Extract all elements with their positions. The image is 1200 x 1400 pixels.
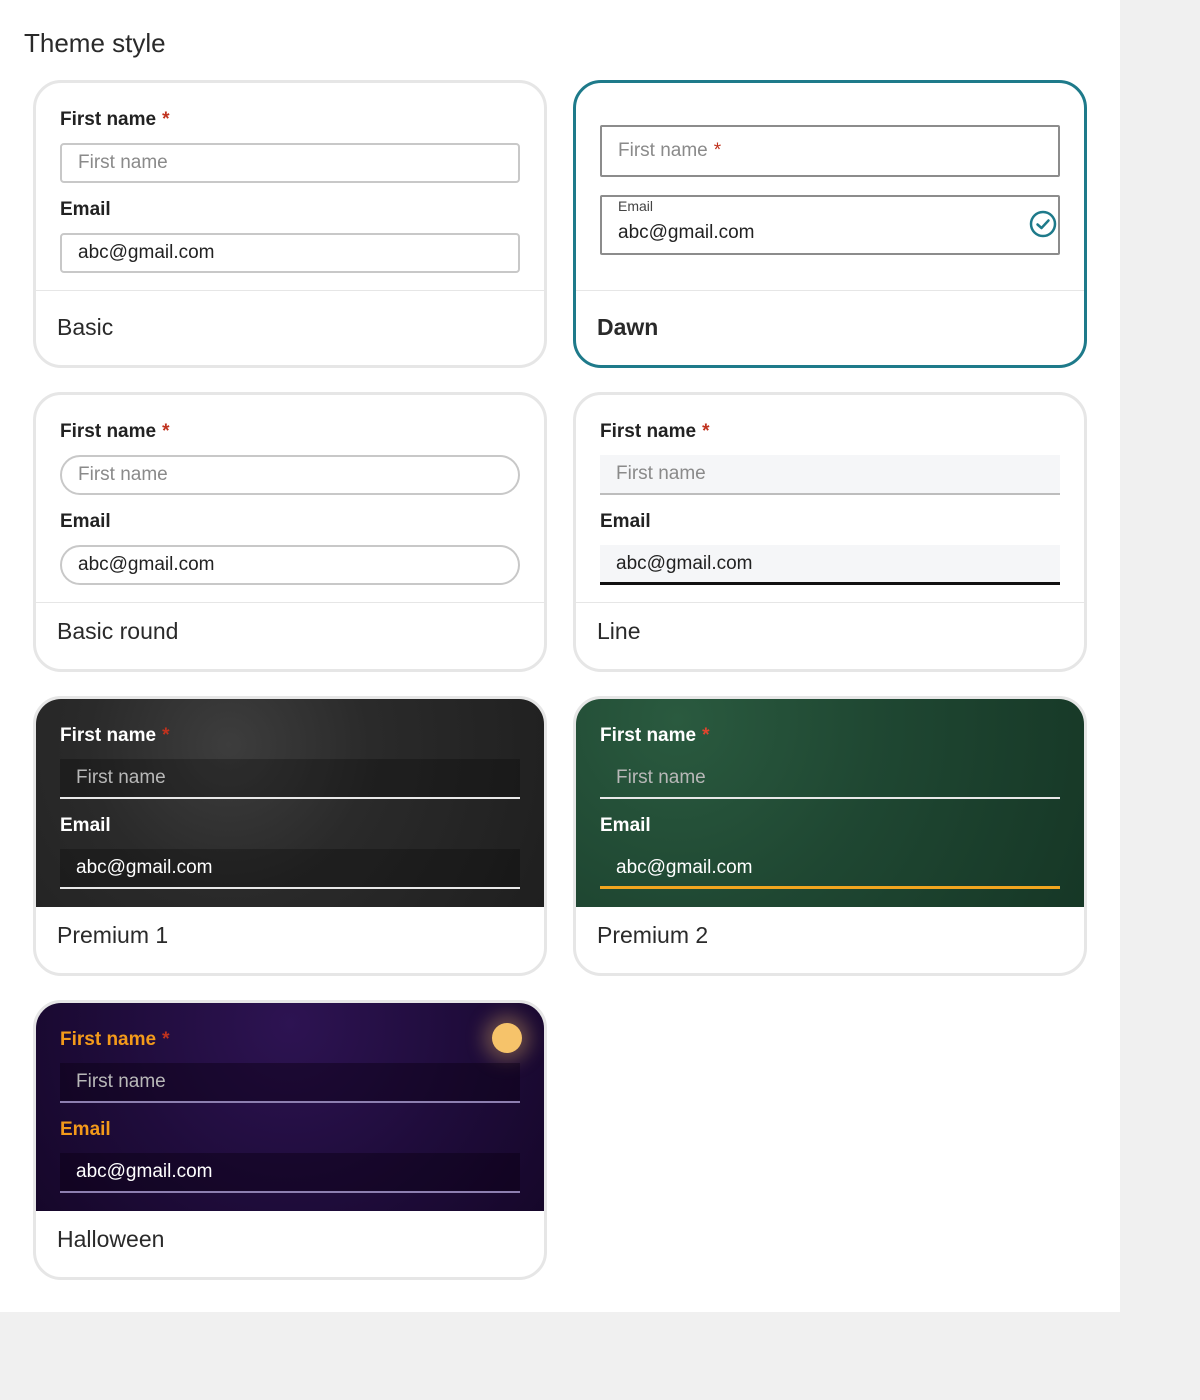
theme-card-premium-2[interactable]: First name* Email Premium 2 <box>573 696 1087 976</box>
first-name-input[interactable] <box>60 143 520 183</box>
theme-preview: First name* Email <box>576 699 1084 907</box>
first-name-input[interactable] <box>60 455 520 495</box>
theme-card-dawn[interactable]: First name * Email abc@gmail.com Dawn <box>573 80 1087 368</box>
email-input[interactable] <box>60 849 520 889</box>
email-label: Email <box>60 199 111 220</box>
theme-name: Premium 2 <box>597 922 709 948</box>
first-name-input[interactable] <box>60 1063 520 1103</box>
email-input[interactable] <box>600 545 1060 585</box>
email-input[interactable] <box>60 233 520 273</box>
theme-name: Basic round <box>57 618 179 644</box>
email-label: Email <box>60 511 111 532</box>
required-mark: * <box>713 140 722 161</box>
theme-name: Halloween <box>57 1226 165 1252</box>
first-name-label: First name * <box>60 109 170 130</box>
first-name-placeholder: First name * <box>618 140 722 161</box>
theme-card-halloween[interactable]: First name* Email Halloween <box>33 1000 547 1280</box>
theme-card-basic-round[interactable]: First name* Email Basic round <box>33 392 547 672</box>
moon-icon <box>492 1023 522 1053</box>
theme-preview: First name* Email <box>36 1003 544 1211</box>
first-name-label: First name * <box>60 725 170 746</box>
required-mark: * <box>162 725 170 746</box>
email-label: Email <box>600 815 651 836</box>
required-mark: * <box>162 421 170 442</box>
first-name-input[interactable] <box>600 759 1060 799</box>
theme-card-basic[interactable]: First name* Email Basic <box>33 80 547 368</box>
first-name-label: First name * <box>600 421 710 442</box>
required-mark: * <box>702 725 710 746</box>
email-value: abc@gmail.com <box>618 222 755 243</box>
required-mark: * <box>162 109 170 130</box>
theme-preview: First name* Email <box>576 395 1084 603</box>
section-title: Theme style <box>24 28 166 58</box>
theme-name: Premium 1 <box>57 922 169 948</box>
theme-name: Line <box>597 618 641 644</box>
email-label: Email <box>60 1119 111 1140</box>
first-name-label: First name * <box>60 1029 170 1050</box>
first-name-label: First name * <box>60 421 170 442</box>
theme-panel: Theme style First name* Email Basic Firs… <box>0 0 1120 1312</box>
theme-name: Dawn <box>597 314 659 340</box>
email-input[interactable] <box>600 849 1060 889</box>
required-mark: * <box>702 421 710 442</box>
check-circle-icon <box>1029 210 1057 238</box>
theme-preview: First name* Email <box>36 699 544 907</box>
first-name-input[interactable]: First name * <box>600 125 1060 177</box>
first-name-label: First name * <box>600 725 710 746</box>
email-floating-label: Email <box>618 198 654 214</box>
email-input[interactable]: Email abc@gmail.com <box>600 195 1060 255</box>
first-name-input[interactable] <box>60 759 520 799</box>
email-label: Email <box>60 815 111 836</box>
theme-name: Basic <box>57 314 114 340</box>
email-input[interactable] <box>60 1153 520 1193</box>
theme-card-premium-1[interactable]: First name* Email Premium 1 <box>33 696 547 976</box>
first-name-input[interactable] <box>600 455 1060 495</box>
theme-preview: First name* Email <box>36 83 544 291</box>
email-label: Email <box>600 511 651 532</box>
theme-preview: First name* Email <box>36 395 544 603</box>
theme-preview: First name * Email abc@gmail.com <box>576 83 1084 291</box>
email-input[interactable] <box>60 545 520 585</box>
required-mark: * <box>162 1029 170 1050</box>
theme-card-line[interactable]: First name* Email Line <box>573 392 1087 672</box>
